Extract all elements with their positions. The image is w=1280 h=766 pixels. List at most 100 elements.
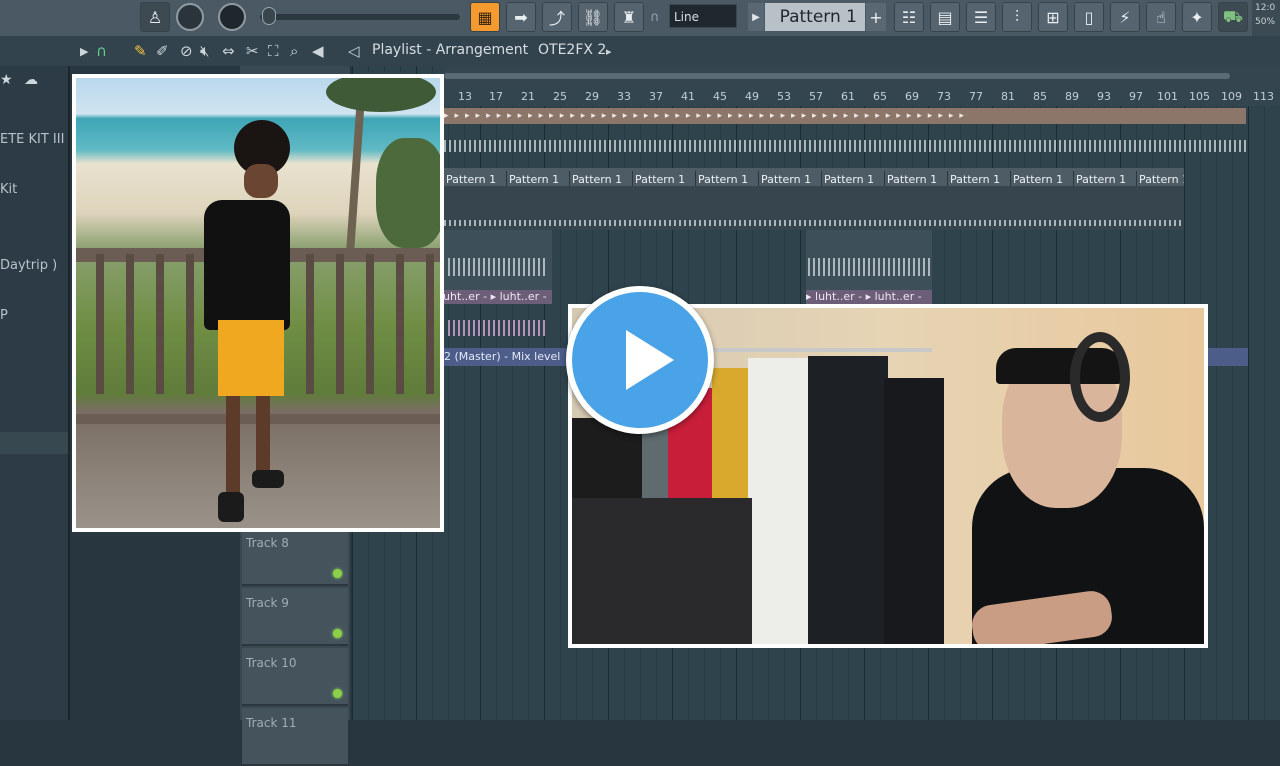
slice-icon[interactable]: ✂ (246, 42, 259, 60)
bar-number: 49 (745, 90, 759, 103)
pattern-clip[interactable]: Pattern 1 (885, 171, 948, 186)
mixer-icon[interactable]: ⫶ (1002, 2, 1032, 32)
playback-speaker-icon[interactable]: ◀︎ (312, 42, 324, 60)
master-volume-knob[interactable] (176, 3, 204, 31)
browser-item[interactable]: ETE KIT III (0, 132, 64, 147)
waveform-clip (448, 258, 548, 276)
sample-name: luht..er (874, 290, 915, 303)
pattern-notes-strip (444, 220, 1184, 226)
snap-magnet-icon[interactable]: ∩ (96, 42, 107, 60)
slip-icon[interactable]: ⇔ (222, 42, 235, 60)
pattern-arrow-icon[interactable]: ▸ (606, 45, 612, 58)
browser-item[interactable]: Daytrip ) (0, 258, 57, 273)
pattern-clip[interactable]: Pattern 1 (759, 171, 822, 186)
track-enable-led[interactable] (333, 689, 342, 698)
bar-number: 85 (1033, 90, 1047, 103)
pattern-clip[interactable]: Pattern 1 (633, 171, 696, 186)
master-slider-thumb[interactable] (262, 7, 276, 25)
pattern-clip[interactable]: Pattern 1 (444, 171, 507, 186)
track-enable-led[interactable] (333, 569, 342, 578)
pattern-clip[interactable]: Pattern 1 (1137, 171, 1184, 186)
track-enable-led[interactable] (333, 629, 342, 638)
waveform-clip[interactable] (444, 140, 1246, 152)
video-play-button[interactable] (566, 286, 714, 434)
bar-number: 105 (1189, 90, 1210, 103)
track-header[interactable]: Track 9 (242, 588, 348, 646)
select-icon[interactable]: ⛶ (268, 42, 279, 60)
bar-number: 73 (937, 90, 951, 103)
track-header[interactable]: Track 10 (242, 648, 348, 706)
channel-rack-icon[interactable]: ☰ (966, 2, 996, 32)
bar-number: 13 (458, 90, 472, 103)
track-name: Track 8 (246, 536, 289, 550)
pattern-selector[interactable]: Pattern 1 (765, 3, 865, 31)
browser-icon[interactable]: ⊞ (1038, 2, 1068, 32)
sample-clip-label[interactable]: luht..er - ▸ luht..er - (440, 290, 552, 304)
star-icon[interactable]: ★ (0, 72, 13, 88)
scroll-bar[interactable] (444, 66, 1280, 86)
bar-number: 25 (553, 90, 567, 103)
playlist-title: Playlist - Arrangement (372, 42, 529, 58)
arrangement-speaker-icon[interactable]: ◁ (348, 42, 360, 60)
zoom-icon[interactable]: ⌕ (290, 42, 298, 60)
plugin-icon[interactable]: ⚡ (1110, 2, 1140, 32)
bar-number: 45 (713, 90, 727, 103)
paint-brush-icon[interactable]: ✐ (156, 42, 169, 60)
current-pattern-label[interactable]: OTE2FX 2 (538, 42, 606, 58)
slide-icon[interactable]: ⤴ (542, 2, 572, 32)
browser-item[interactable]: P (0, 308, 8, 323)
project-file-icon[interactable]: ▯ (1074, 2, 1104, 32)
touch-controller-icon[interactable]: ☝ (1146, 2, 1176, 32)
sample-name: luht..er (499, 290, 540, 303)
pattern-clip[interactable]: Pattern 1 (1011, 171, 1074, 186)
headphones (1070, 332, 1130, 422)
pattern-clip[interactable]: Pattern 1 (948, 171, 1011, 186)
audio-clip-strip[interactable]: ▸▸▸▸▸▸▸▸▸▸▸▸▸▸▸▸▸▸▸▸▸▸▸▸▸▸▸▸▸▸▸▸▸▸▸▸▸▸▸▸… (444, 108, 1246, 124)
bar-number: 97 (1129, 90, 1143, 103)
browser-item[interactable]: Kit (0, 182, 17, 197)
mute-icon[interactable]: 🔇︎ (200, 42, 209, 60)
play-icon (626, 330, 674, 390)
snap-mode-select[interactable]: Line (669, 4, 737, 28)
timeline-ruler[interactable]: 13 17 21 25 29 33 37 41 45 49 53 57 61 6… (444, 86, 1280, 106)
playlist-menu-arrow-icon[interactable]: ▶ (80, 45, 88, 58)
track-header[interactable]: Track 8 (242, 528, 348, 586)
cloud-icon[interactable]: ☁ (24, 72, 38, 88)
bar-number: 17 (489, 90, 503, 103)
master-pitch-knob[interactable] (218, 3, 246, 31)
sample-clip-label[interactable]: ▸ luht..er - ▸ luht..er - (806, 290, 932, 304)
typing-keyboard-icon[interactable]: ▦ (470, 2, 500, 32)
main-toolbar: ♙ ▦ ➡ ⤴ ⛓ ♜ ∩ Line ▶ Pattern 1 + ☷ ▤ ☰ ⫶… (0, 0, 1280, 37)
waveform-clip (808, 258, 930, 276)
track-header[interactable]: Track 11 (242, 708, 348, 766)
add-pattern-button[interactable]: + (866, 3, 886, 31)
sampler-icon[interactable]: ✦ (1182, 2, 1212, 32)
bar-number: 89 (1065, 90, 1079, 103)
waveform-clip (448, 320, 548, 336)
jacket-white (748, 358, 812, 644)
snap-magnet-icon[interactable]: ∩ (650, 10, 660, 25)
piano-roll-icon[interactable]: ▤ (930, 2, 960, 32)
person-figure (204, 120, 294, 522)
cpu-clock-readout: 12:0 50% (1252, 0, 1280, 36)
pattern-clip[interactable]: Pattern 1 (507, 171, 570, 186)
link-icon[interactable]: ⛓ (578, 2, 608, 32)
tempo-stamp-icon[interactable]: ♜ (614, 2, 644, 32)
pattern-clip[interactable]: Pattern 1 (822, 171, 885, 186)
pattern-clip[interactable]: Pattern 1 (570, 171, 633, 186)
bar-number: 101 (1157, 90, 1178, 103)
pattern-clip-lane[interactable]: Pattern 1 Pattern 1 Pattern 1 Pattern 1 Patt… (444, 168, 1184, 186)
shop-cart-icon[interactable]: ⛟ (1218, 2, 1248, 32)
clock-zoom: 50% (1255, 17, 1276, 27)
track-name: Track 9 (246, 596, 289, 610)
playlist-icon[interactable]: ☷ (894, 2, 924, 32)
draw-pencil-icon[interactable]: ✎ (134, 42, 147, 60)
metronome-icon[interactable]: ♙ (140, 2, 170, 32)
browser-selected-row[interactable] (0, 432, 68, 454)
delete-icon[interactable]: ⊘ (180, 42, 193, 60)
artist-photo (72, 74, 444, 532)
pattern-clip[interactable]: Pattern 1 (1074, 171, 1137, 186)
step-arrow-icon[interactable]: ➡ (506, 2, 536, 32)
pattern-prev-button[interactable]: ▶ (748, 3, 764, 31)
pattern-clip[interactable]: Pattern 1 (696, 171, 759, 186)
